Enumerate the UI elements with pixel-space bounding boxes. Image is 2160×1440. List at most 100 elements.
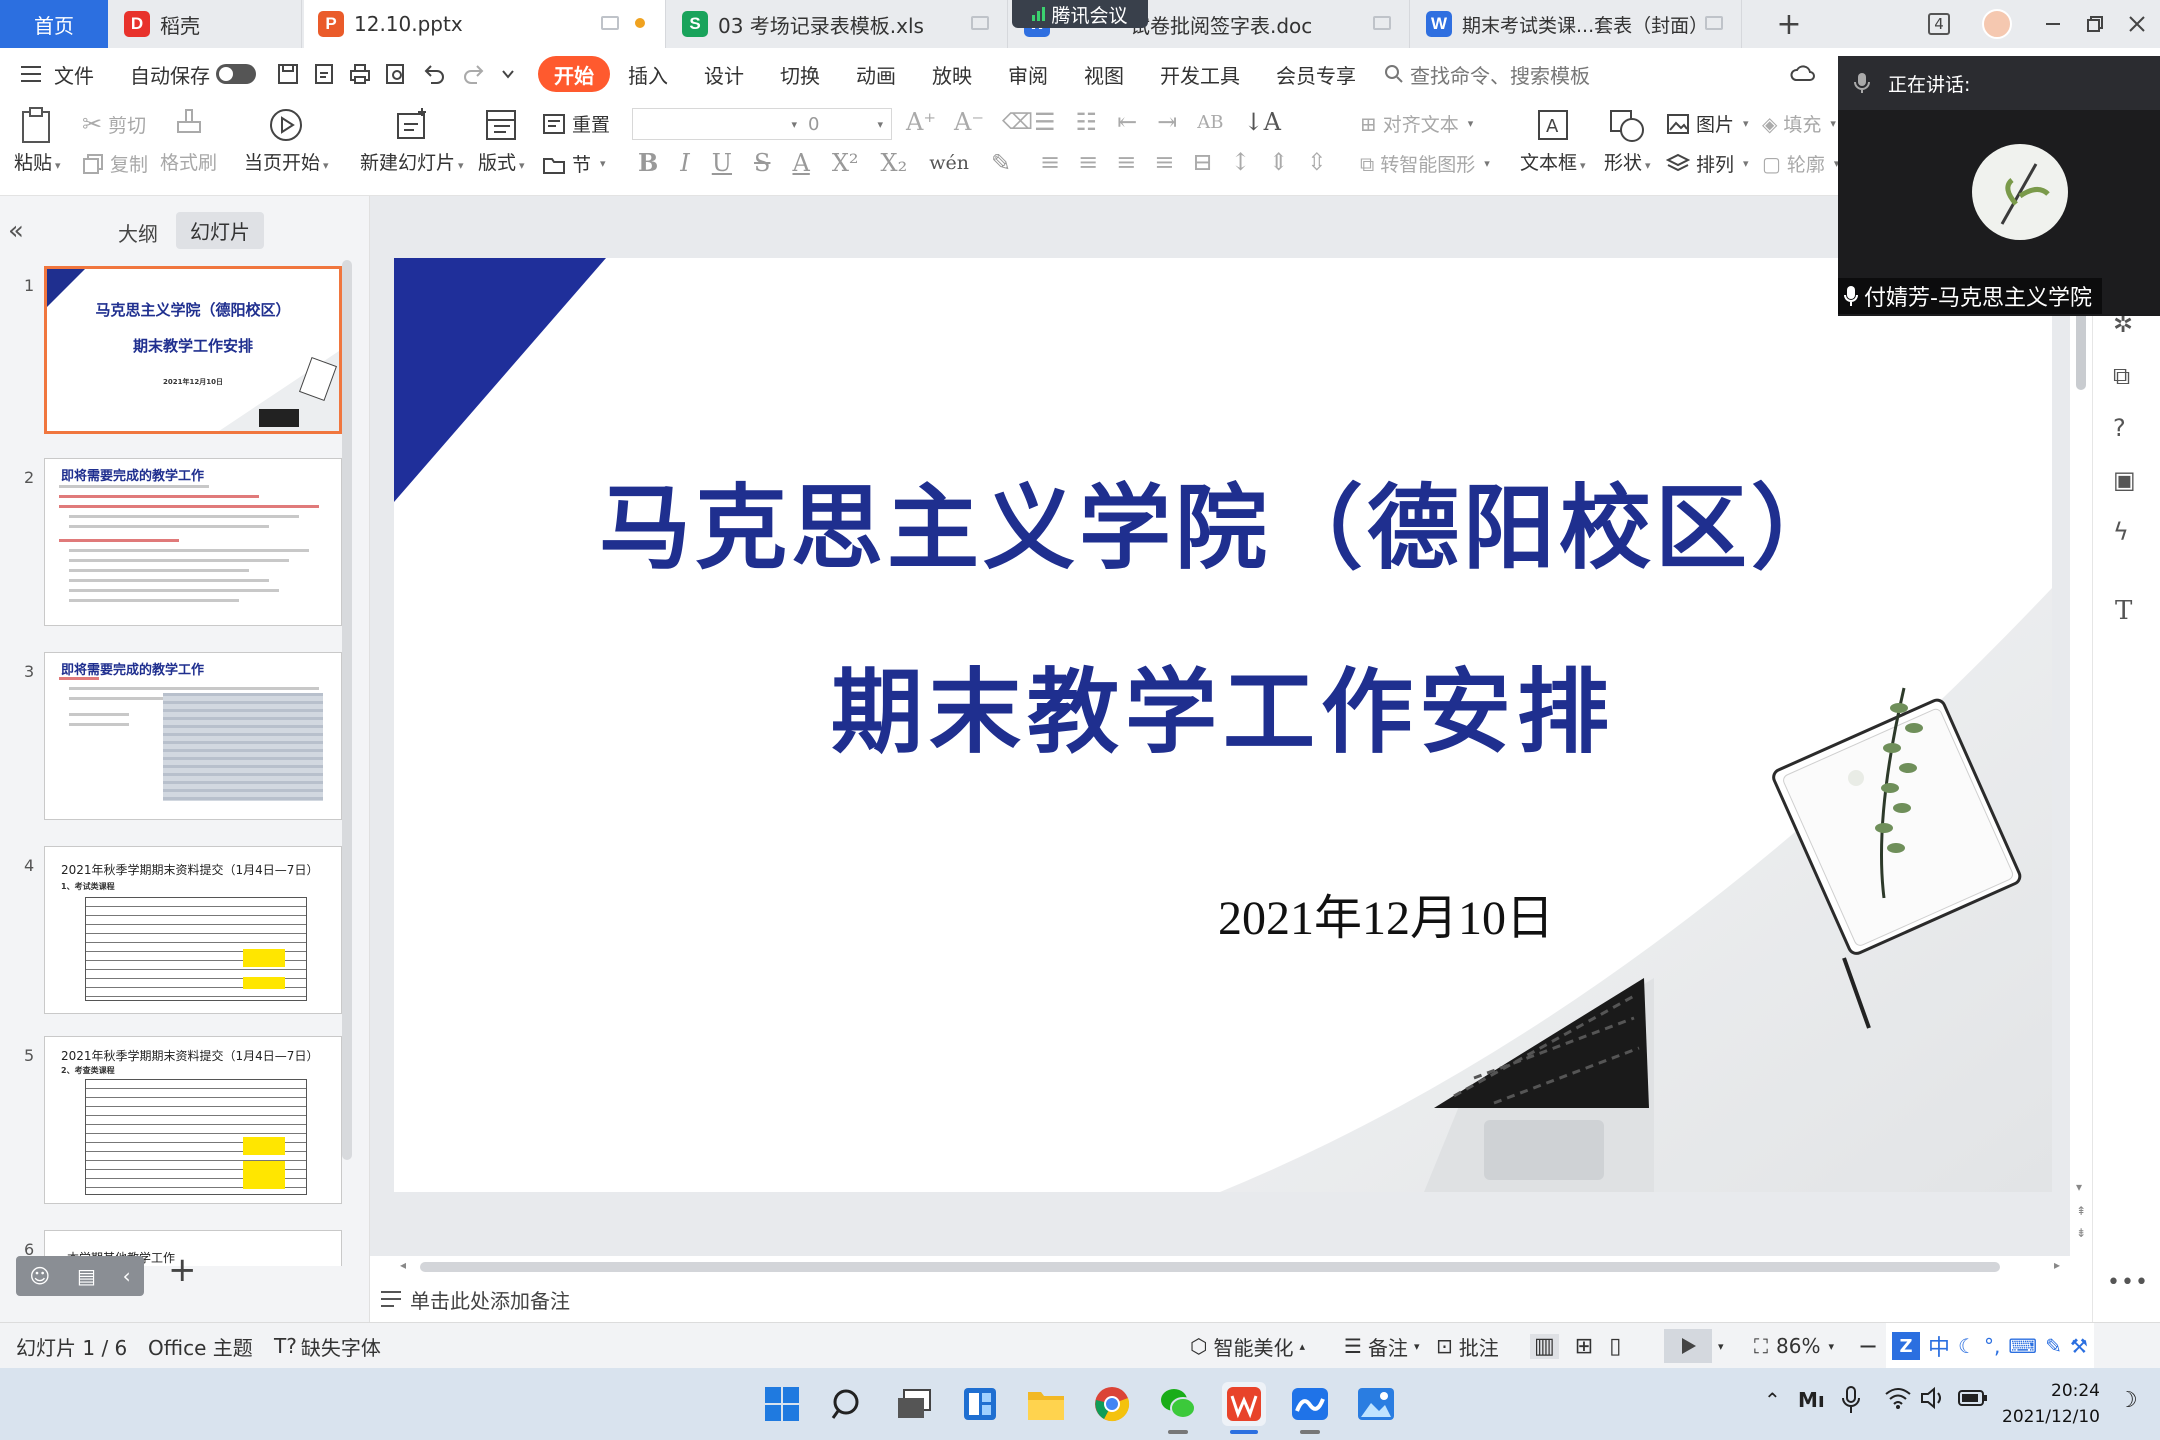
format-painter-button[interactable]: 格式刷 bbox=[160, 106, 217, 175]
system-tray-app-icon[interactable]: Mı bbox=[1798, 1388, 1825, 1412]
font-family-select[interactable]: ▾ bbox=[632, 108, 806, 140]
justify-icon[interactable]: ≡ bbox=[1154, 148, 1174, 176]
slide-subtitle[interactable]: 期末教学工作安排 bbox=[394, 638, 2052, 771]
tab-pptx[interactable]: P 12.10.pptx bbox=[304, 0, 666, 48]
ribbon-tab-animations[interactable]: 动画 bbox=[838, 56, 914, 92]
increase-indent-icon[interactable]: ⇥ bbox=[1157, 108, 1177, 136]
comments-button[interactable]: ⊡ 批注 bbox=[1436, 1323, 1499, 1369]
ribbon-tab-review[interactable]: 审阅 bbox=[990, 56, 1066, 92]
tencent-meeting-button[interactable] bbox=[1288, 1382, 1332, 1434]
slide-date[interactable]: 2021年12月10日 bbox=[394, 878, 1554, 948]
thumbnail-slide-2[interactable]: 即将需要完成的教学工作 bbox=[44, 458, 342, 626]
subscript-icon[interactable]: X₂ bbox=[881, 149, 908, 177]
thumbnail-slide-3[interactable]: 即将需要完成的教学工作 bbox=[44, 652, 342, 820]
section-button[interactable]: 节 ▾ bbox=[542, 150, 606, 177]
horizontal-scroll-thumb[interactable] bbox=[420, 1262, 2000, 1272]
help-icon[interactable]: ? bbox=[2113, 414, 2126, 442]
wps-button[interactable] bbox=[1222, 1382, 1266, 1434]
vertical-scroll-thumb[interactable] bbox=[2076, 310, 2086, 390]
underline-icon[interactable]: U bbox=[712, 149, 732, 177]
arrange-button[interactable]: 排列 ▾ bbox=[1666, 150, 1749, 177]
strikethrough-icon[interactable]: S bbox=[754, 149, 770, 177]
notes-pane[interactable]: 单击此处添加备注 bbox=[370, 1276, 2070, 1322]
user-avatar[interactable] bbox=[1974, 0, 2020, 48]
notes-toggle-button[interactable]: ☰ 备注 ▾ bbox=[1344, 1323, 1419, 1369]
missing-fonts-button[interactable]: T? 缺失字体 bbox=[274, 1323, 381, 1369]
lightning-icon[interactable]: ϟ bbox=[2113, 518, 2129, 546]
chevron-left-icon[interactable]: ‹ bbox=[123, 1264, 131, 1288]
play-slideshow-button[interactable]: ▾ bbox=[1664, 1323, 1724, 1369]
battery-icon[interactable] bbox=[1958, 1388, 1988, 1408]
slide-switch-icon[interactable]: ⧉ bbox=[2113, 362, 2130, 390]
align-center-icon[interactable]: ≡ bbox=[1078, 148, 1098, 176]
redo-icon[interactable] bbox=[454, 63, 494, 85]
textbox-button[interactable]: A 文本框 ▾ bbox=[1520, 106, 1586, 175]
thumbnail-slide-5[interactable]: 2021年秋季学期期末资料提交（1月4日—7日） 2、考查类课程 bbox=[44, 1036, 342, 1204]
ribbon-tab-home[interactable]: 开始 bbox=[538, 56, 610, 92]
wifi-icon[interactable] bbox=[1884, 1386, 1912, 1410]
tab-slides[interactable]: 幻灯片 bbox=[176, 212, 264, 249]
print-preview-icon[interactable] bbox=[378, 63, 414, 85]
menu-icon[interactable] bbox=[20, 65, 42, 83]
outline-button[interactable]: ▢ 轮廓 ▾ bbox=[1762, 150, 1839, 177]
distribute-icon[interactable]: ⊟ bbox=[1192, 148, 1212, 176]
increase-font-icon[interactable]: A⁺ bbox=[906, 108, 936, 136]
phonetic-icon[interactable]: wén bbox=[929, 152, 969, 174]
align-left-icon[interactable]: ≡ bbox=[1040, 148, 1060, 176]
ime-tools-icon[interactable]: ⚒ bbox=[2070, 1334, 2088, 1358]
new-tab-button[interactable]: + bbox=[1766, 0, 1812, 48]
align-right-icon[interactable]: ≡ bbox=[1116, 148, 1136, 176]
autosave-toggle[interactable] bbox=[216, 64, 256, 84]
close-window-button[interactable] bbox=[2114, 0, 2160, 48]
thumbnail-slide-1[interactable]: 马克思主义学院（德阳校区） 期末教学工作安排 2021年12月10日 bbox=[44, 266, 342, 434]
widgets-button[interactable] bbox=[958, 1382, 1002, 1426]
ime-moon-icon[interactable]: ☾ bbox=[1958, 1334, 1976, 1358]
ribbon-tab-developer[interactable]: 开发工具 bbox=[1142, 56, 1258, 92]
bullet-list-icon[interactable]: ☰ bbox=[1034, 108, 1056, 136]
prev-slide-icon[interactable]: ⇞ bbox=[2076, 1204, 2086, 1218]
paragraph-spacing-icon[interactable]: ⇕ bbox=[1269, 148, 1289, 176]
font-size-select[interactable]: 0 ▾ bbox=[800, 108, 892, 140]
sort-icon[interactable]: ↓A bbox=[1243, 108, 1280, 136]
spacing-dropdown-icon[interactable]: ⇳ bbox=[1307, 148, 1327, 176]
photos-button[interactable] bbox=[1354, 1382, 1398, 1426]
slideshow-from-current-button[interactable]: 当页开始 ▾ bbox=[244, 106, 329, 175]
minimize-button[interactable] bbox=[2030, 0, 2076, 48]
cut-button[interactable]: ✂ 剪切 bbox=[82, 110, 146, 138]
text-tool-icon[interactable]: T bbox=[2115, 596, 2132, 626]
export-pdf-icon[interactable] bbox=[306, 63, 342, 85]
command-search[interactable]: 查找命令、搜索模板 bbox=[1384, 60, 1590, 89]
system-clock[interactable]: 20:24 2021/12/10 bbox=[2000, 1378, 2100, 1430]
paste-button[interactable]: 粘贴 ▾ bbox=[14, 106, 61, 175]
horizontal-scrollbar[interactable]: ◂ ▸ bbox=[400, 1258, 2060, 1274]
window-count-button[interactable]: 4 bbox=[1916, 0, 1962, 48]
thumbnail-slide-4[interactable]: 2021年秋季学期期末资料提交（1月4日—7日） 1、考试类课程 bbox=[44, 846, 342, 1014]
ribbon-tab-slideshow[interactable]: 放映 bbox=[914, 56, 990, 92]
zoom-control[interactable]: ⛶ 86% ▾ bbox=[1754, 1323, 1834, 1369]
show-hidden-icons[interactable]: ⌃ bbox=[1764, 1388, 1781, 1412]
add-slide-icon[interactable]: + bbox=[168, 1250, 197, 1290]
decrease-indent-icon[interactable]: ⇤ bbox=[1117, 108, 1137, 136]
emoji-icon[interactable]: ☺ bbox=[29, 1264, 50, 1288]
ribbon-tab-view[interactable]: 视图 bbox=[1066, 56, 1142, 92]
tab-home[interactable]: 首页 bbox=[0, 0, 108, 48]
clear-format-icon[interactable]: ⌫ bbox=[1002, 110, 1033, 135]
notification-moon-icon[interactable]: ☽ bbox=[2118, 1388, 2138, 1413]
tencent-meeting-pill[interactable]: 腾讯会议 bbox=[1012, 0, 1148, 28]
tab-outline[interactable]: 大纲 bbox=[118, 218, 158, 247]
text-direction-icon[interactable]: AB bbox=[1197, 112, 1223, 133]
scroll-left-icon[interactable]: ◂ bbox=[400, 1258, 406, 1272]
current-slide[interactable]: 马克思主义学院（德阳校区） 期末教学工作安排 2021年12月10日 bbox=[394, 258, 2052, 1192]
task-view-button[interactable] bbox=[892, 1382, 936, 1426]
ribbon-tab-file[interactable]: 文件 bbox=[48, 56, 112, 92]
ime-keyboard-icon[interactable]: ⌨ bbox=[2008, 1334, 2037, 1358]
numbered-list-icon[interactable]: ☷ bbox=[1076, 108, 1098, 136]
picture-tool-icon[interactable]: ▣ bbox=[2113, 466, 2136, 494]
ime-chinese-mode[interactable]: 中 bbox=[1928, 1330, 1950, 1362]
picture-button[interactable]: 图片 ▾ bbox=[1666, 110, 1749, 137]
scroll-down-icon[interactable]: ▾ bbox=[2076, 1180, 2082, 1194]
shape-button[interactable]: 形状 ▾ bbox=[1604, 106, 1651, 175]
taskbar-search-button[interactable] bbox=[826, 1382, 870, 1426]
copy-button[interactable]: 复制 bbox=[82, 150, 148, 177]
convert-smartart-button[interactable]: ⧉ 转智能图形 ▾ bbox=[1360, 150, 1490, 177]
